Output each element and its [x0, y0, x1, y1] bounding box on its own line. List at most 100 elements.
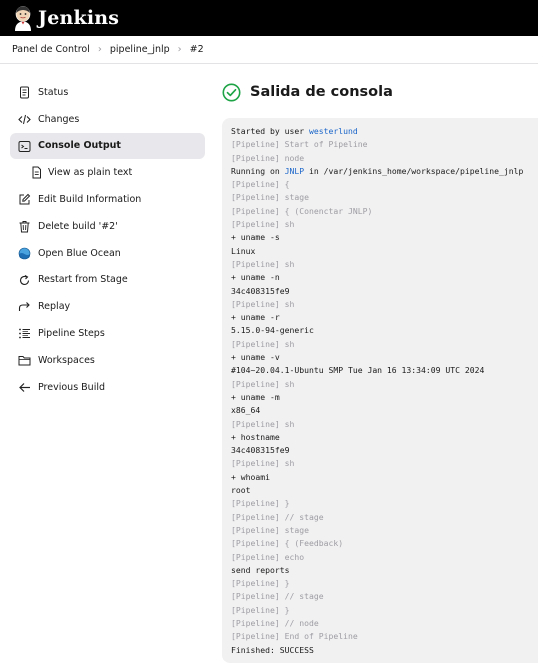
- console-line-text: [Pipeline] echo: [231, 551, 305, 562]
- console-line: + uname -m: [231, 391, 538, 404]
- console-line: Linux: [231, 245, 538, 258]
- console-line: Started by user westerlund: [231, 125, 538, 138]
- console-line: + hostname: [231, 431, 538, 444]
- breadcrumb-build[interactable]: #2: [190, 44, 204, 55]
- console-line-text: [Pipeline] sh: [231, 378, 295, 389]
- jenkins-logo-icon[interactable]: [12, 5, 34, 31]
- console-line: [Pipeline] sh: [231, 338, 538, 351]
- sidebar-item-previous-build[interactable]: Previous Build: [10, 374, 205, 401]
- breadcrumb-dashboard[interactable]: Panel de Control: [12, 44, 90, 55]
- sidebar-item-label: Replay: [38, 301, 71, 313]
- console-line-text: + hostname: [231, 431, 280, 442]
- page-header: Salida de consola: [222, 82, 393, 102]
- console-line-text: in /var/jenkins_home/workspace/pipeline_…: [304, 165, 524, 176]
- chevron-right-icon: ›: [177, 44, 182, 55]
- console-line: [Pipeline] sh: [231, 218, 538, 231]
- sidebar-item-changes[interactable]: Changes: [10, 106, 205, 133]
- sidebar-item-console-output[interactable]: Console Output: [10, 132, 205, 160]
- sidebar-item-edit-build[interactable]: Edit Build Information: [10, 186, 205, 213]
- console-line-text: x86_64: [231, 405, 261, 416]
- console-line: #104~20.04.1-Ubuntu SMP Tue Jan 16 13:34…: [231, 364, 538, 377]
- sidebar: Status Changes Console Output View as pl…: [10, 79, 205, 401]
- console-line-text: [Pipeline] // node: [231, 617, 319, 628]
- console-line: 5.15.0-94-generic: [231, 324, 538, 337]
- console-line: [Pipeline] }: [231, 497, 538, 510]
- console-line-text: + whoami: [231, 471, 270, 482]
- brand-title[interactable]: Jenkins: [38, 7, 119, 29]
- console-line-text: [Pipeline] stage: [231, 192, 309, 203]
- console-link[interactable]: westerlund: [309, 126, 358, 136]
- console-line: [Pipeline] { (Feedback): [231, 537, 538, 550]
- console-line-text: [Pipeline] {: [231, 179, 290, 190]
- console-line: [Pipeline] node: [231, 152, 538, 165]
- console-line: send reports: [231, 564, 538, 577]
- console-line-text: 34c408315fe9: [231, 445, 290, 456]
- console-line-text: send reports: [231, 564, 290, 575]
- sidebar-item-label: Delete build '#2': [38, 220, 118, 232]
- list-icon: [18, 327, 31, 340]
- sidebar-item-label: Changes: [38, 113, 80, 125]
- sidebar-item-label: Workspaces: [38, 354, 95, 366]
- console-line-text: Started by user: [231, 126, 309, 136]
- console-line: [Pipeline] // stage: [231, 590, 538, 603]
- chevron-right-icon: ›: [97, 44, 102, 55]
- console-line: 34c408315fe9: [231, 285, 538, 298]
- console-line-text: [Pipeline] sh: [231, 418, 295, 429]
- console-line: root: [231, 484, 538, 497]
- console-line: [Pipeline] echo: [231, 551, 538, 564]
- code-icon: [18, 113, 31, 126]
- console-line: [Pipeline] { (Conenctar JNLP): [231, 205, 538, 218]
- console-line-text: #104~20.04.1-Ubuntu SMP Tue Jan 16 13:34…: [231, 365, 485, 376]
- console-line-text: [Pipeline] node: [231, 152, 305, 163]
- sidebar-item-plain-text[interactable]: View as plain text: [10, 159, 205, 186]
- console-line-text: [Pipeline] End of Pipeline: [231, 631, 358, 642]
- console-line-text: 5.15.0-94-generic: [231, 325, 314, 336]
- sidebar-item-restart-stage[interactable]: Restart from Stage: [10, 267, 205, 294]
- edit-icon: [18, 193, 31, 206]
- sidebar-item-label: Open Blue Ocean: [38, 247, 121, 259]
- console-line-text: + uname -r: [231, 312, 280, 323]
- console-line-text: [Pipeline] }: [231, 498, 290, 509]
- console-line-text: Finished: SUCCESS: [231, 644, 314, 655]
- folder-icon: [18, 354, 31, 367]
- sidebar-item-pipeline-steps[interactable]: Pipeline Steps: [10, 320, 205, 347]
- console-line-text: [Pipeline] sh: [231, 338, 295, 349]
- console-line-text: [Pipeline] { (Conenctar JNLP): [231, 205, 373, 216]
- console-line-text: [Pipeline] Start of Pipeline: [231, 139, 368, 150]
- console-line-text: root: [231, 485, 251, 496]
- console-line-text: [Pipeline] { (Feedback): [231, 538, 344, 549]
- console-line-text: [Pipeline] // stage: [231, 511, 324, 522]
- trash-icon: [18, 220, 31, 233]
- console-line: [Pipeline] // node: [231, 617, 538, 630]
- console-line: [Pipeline] sh: [231, 298, 538, 311]
- sidebar-item-status[interactable]: Status: [10, 79, 205, 106]
- sidebar-item-delete-build[interactable]: Delete build '#2': [10, 213, 205, 240]
- terminal-icon: [18, 140, 31, 153]
- sidebar-item-label: Console Output: [38, 140, 121, 152]
- console-line: + whoami: [231, 471, 538, 484]
- breadcrumb: Panel de Control › pipeline_jnlp › #2: [0, 36, 538, 64]
- sidebar-item-label: View as plain text: [48, 167, 133, 179]
- console-line-text: + uname -s: [231, 232, 280, 243]
- console-link[interactable]: JNLP: [285, 166, 305, 176]
- console-output: Started by user westerlund [Pipeline] Sta…: [222, 118, 538, 663]
- console-line-text: [Pipeline] sh: [231, 258, 295, 269]
- console-line: + uname -r: [231, 311, 538, 324]
- console-line-text: [Pipeline] }: [231, 604, 290, 615]
- console-line: + uname -n: [231, 271, 538, 284]
- page-title: Salida de consola: [250, 84, 393, 100]
- console-line: [Pipeline] stage: [231, 191, 538, 204]
- console-line: [Pipeline] }: [231, 604, 538, 617]
- console-line: Running on JNLP in /var/jenkins_home/wor…: [231, 165, 538, 178]
- breadcrumb-job[interactable]: pipeline_jnlp: [110, 44, 170, 55]
- sidebar-item-label: Previous Build: [38, 381, 106, 393]
- console-line: [Pipeline] sh: [231, 457, 538, 470]
- sidebar-item-workspaces[interactable]: Workspaces: [10, 347, 205, 374]
- sidebar-item-replay[interactable]: Replay: [10, 293, 205, 320]
- sidebar-item-blue-ocean[interactable]: Open Blue Ocean: [10, 240, 205, 267]
- blue-ocean-icon: [18, 247, 31, 260]
- console-line-text: [Pipeline] sh: [231, 219, 295, 230]
- console-line-text: [Pipeline] }: [231, 578, 290, 589]
- document-icon: [30, 166, 43, 179]
- console-line-text: + uname -n: [231, 272, 280, 283]
